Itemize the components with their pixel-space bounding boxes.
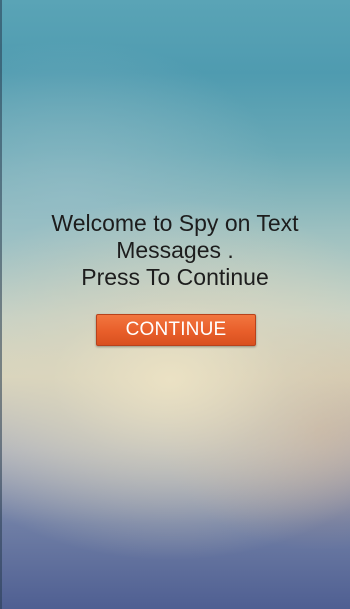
welcome-line-2: Messages . (116, 237, 234, 263)
continue-button[interactable]: CONTINUE (96, 314, 256, 346)
welcome-line-3: Press To Continue (81, 264, 269, 290)
welcome-message: Welcome to Spy on Text Messages . Press … (0, 210, 350, 291)
screen-edge-divider (0, 0, 2, 609)
welcome-line-1: Welcome to Spy on Text (51, 210, 299, 236)
continue-button-label: CONTINUE (125, 319, 227, 340)
welcome-screen: Welcome to Spy on Text Messages . Press … (0, 0, 350, 609)
